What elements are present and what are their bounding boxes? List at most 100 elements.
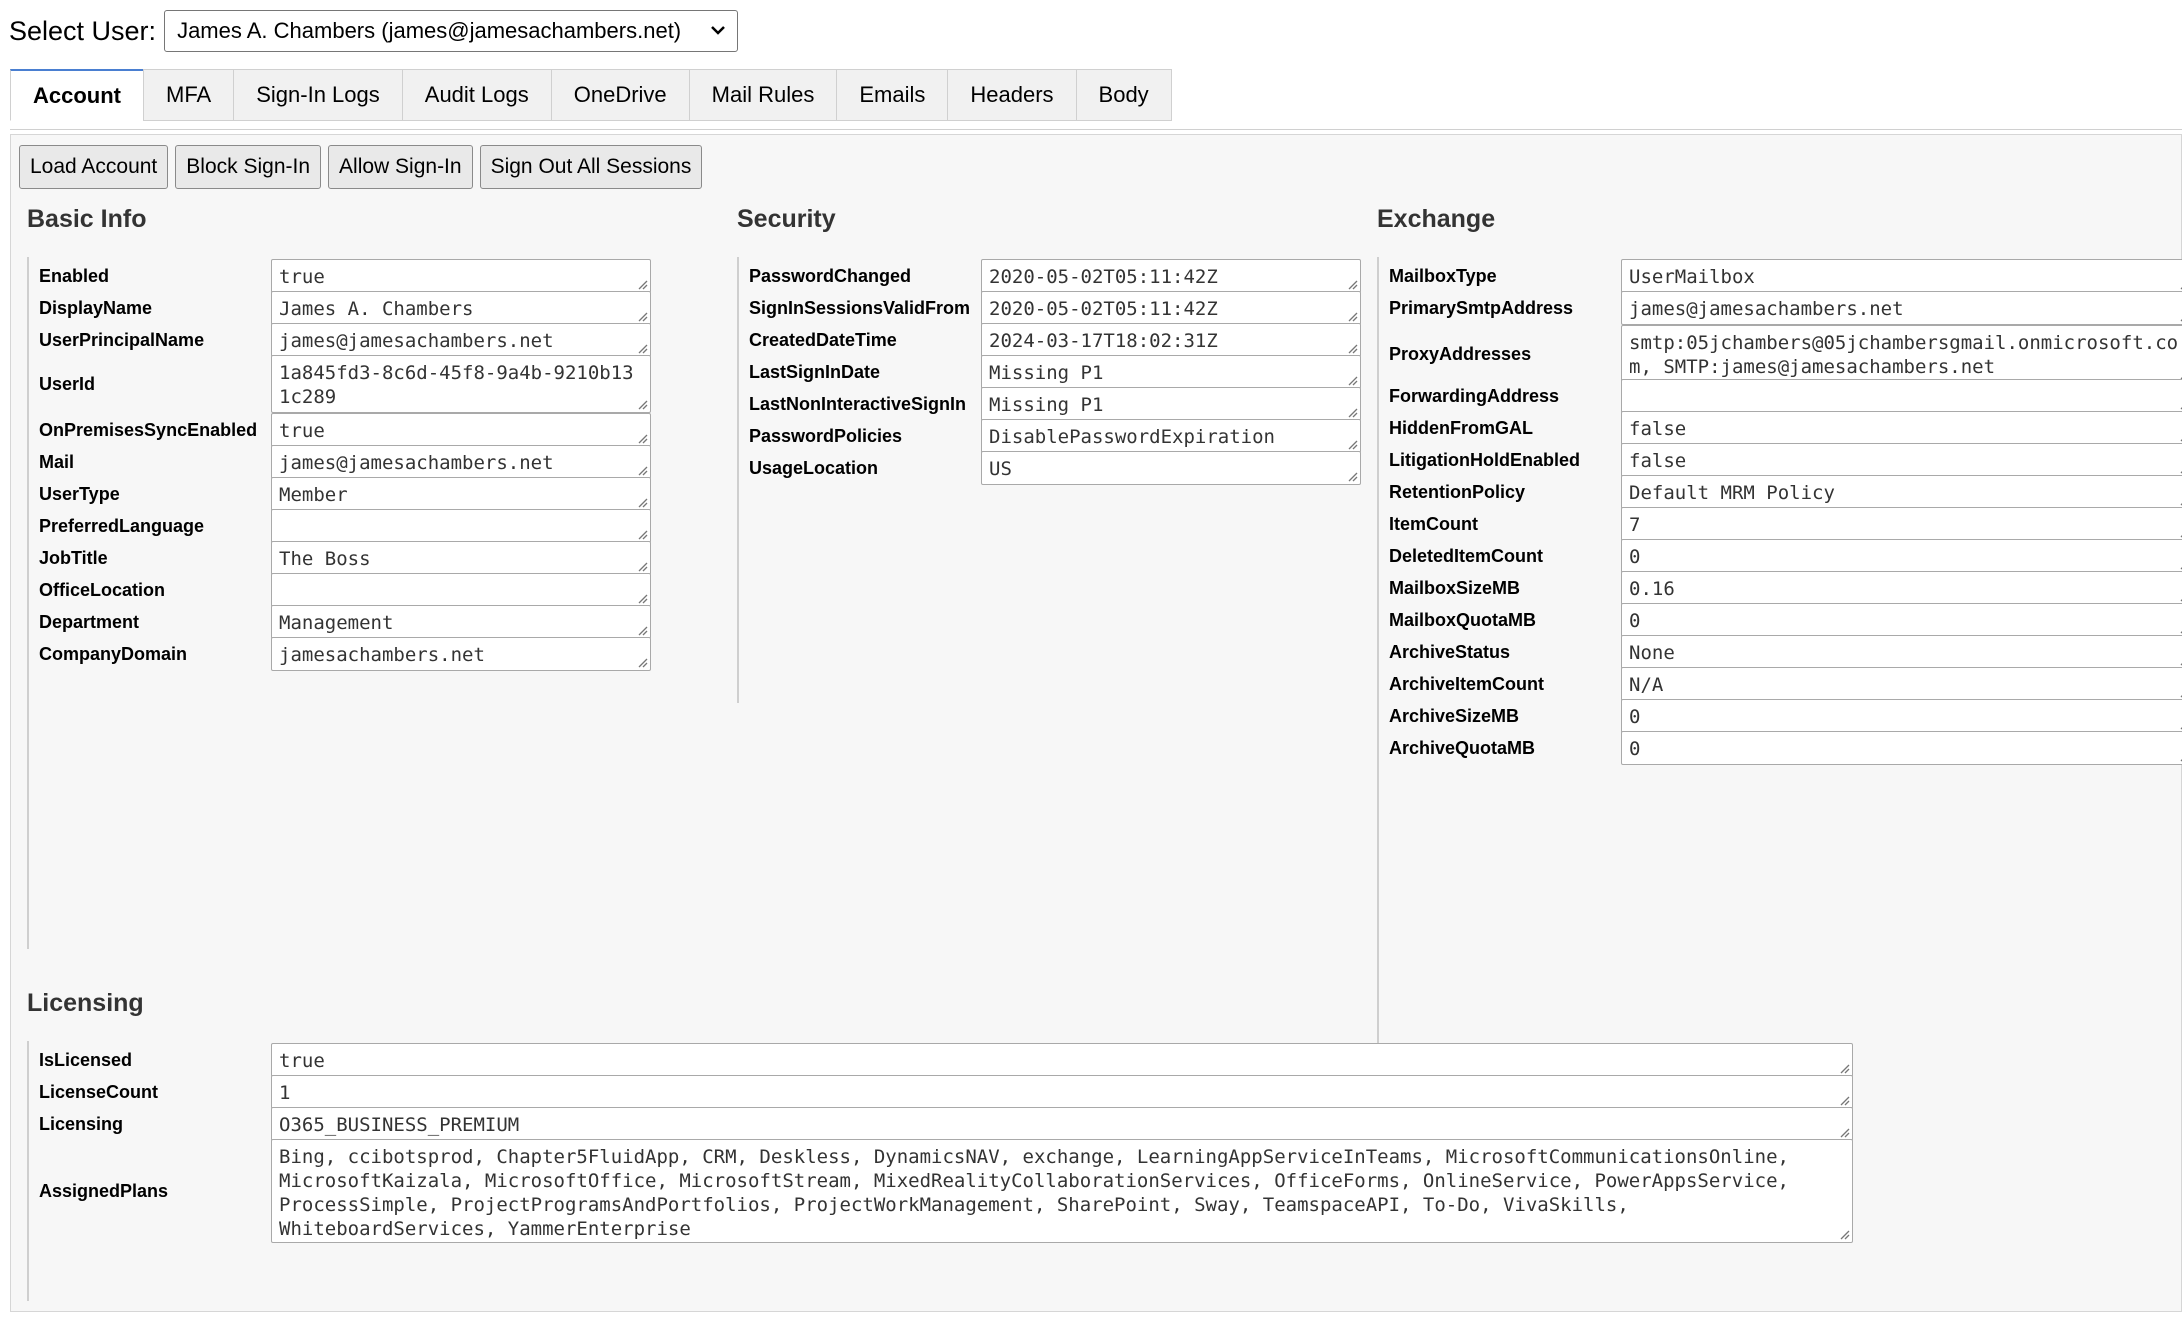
field-value-display-name[interactable]: James A. Chambers <box>271 291 651 325</box>
field-value-text: smtp:05jchambers@05jchambersgmail.onmicr… <box>1629 332 2179 378</box>
field-label-archive-quota-mb: ArchiveQuotaMB <box>1389 738 1536 758</box>
field-value-on-premises-sync-enabled[interactable]: true <box>271 413 651 447</box>
load-account-button[interactable]: Load Account <box>19 145 169 189</box>
field-value-text: james@jamesachambers.net <box>279 330 554 352</box>
licensing-section: Licensing <box>27 989 144 1019</box>
basic-info-section: Basic Info <box>27 205 146 235</box>
field-value-license-count[interactable]: 1 <box>271 1075 1853 1109</box>
field-value-preferred-language[interactable] <box>271 509 651 543</box>
exchange-title: Exchange <box>1377 205 1496 233</box>
field-value-archive-item-count[interactable]: N/A <box>1621 667 2182 701</box>
field-value-assigned-plans[interactable]: Bing, ccibotsprod, Chapter5FluidApp, CRM… <box>271 1139 1853 1243</box>
field-value-archive-size-mb[interactable]: 0 <box>1621 699 2182 733</box>
field-value-text: false <box>1629 450 1687 472</box>
tab-mail-rules[interactable]: Mail Rules <box>688 69 837 121</box>
field-value-usage-location[interactable]: US <box>981 451 1361 485</box>
field-value-text: true <box>279 1050 325 1072</box>
field-value-primary-smtp-address[interactable]: james@jamesachambers.net <box>1621 291 2182 325</box>
tab-emails[interactable]: Emails <box>836 69 948 121</box>
field-value-text: US <box>989 458 1012 480</box>
resize-grip-icon[interactable] <box>2178 750 2182 762</box>
field-value-text: 0 <box>1629 610 1641 632</box>
field-value-text: james@jamesachambers.net <box>279 452 554 474</box>
field-value-last-non-interactive-sign-in[interactable]: Missing P1 <box>981 387 1361 421</box>
tab-audit-logs[interactable]: Audit Logs <box>401 69 551 121</box>
allow-sign-in-button[interactable]: Allow Sign-In <box>328 145 473 189</box>
field-value-office-location[interactable] <box>271 573 651 607</box>
field-value-text: 7 <box>1629 514 1641 536</box>
field-row-proxy-addresses: ProxyAddresses smtp:05jchambers@05jchambe… <box>1379 323 2182 385</box>
resize-grip-icon[interactable] <box>1838 1228 1850 1240</box>
security-fields: PasswordChanged 2020-05-02T05:11:42Z SignI… <box>737 257 1363 703</box>
field-value-proxy-addresses[interactable]: smtp:05jchambers@05jchambersgmail.onmicr… <box>1621 325 2182 383</box>
resize-grip-icon[interactable] <box>2178 310 2182 322</box>
field-value-forwarding-address[interactable] <box>1621 379 2182 413</box>
field-value-archive-status[interactable]: None <box>1621 635 2182 669</box>
basic-info-fields: Enabled true DisplayName James A. Chambers U… <box>27 257 653 949</box>
user-selector-row: Select User: James A. Chambers (james@ja… <box>9 10 739 52</box>
exchange-fields: MailboxType UserMailbox PrimarySmtpAddress… <box>1377 257 2182 1089</box>
tab-account[interactable]: Account <box>10 69 143 121</box>
licensing-title: Licensing <box>27 989 144 1017</box>
field-value-item-count[interactable]: 7 <box>1621 507 2182 541</box>
field-value-text: 0.16 <box>1629 578 1675 600</box>
security-section: Security <box>737 205 836 235</box>
field-label-company-domain: CompanyDomain <box>39 644 188 664</box>
tab-onedrive[interactable]: OneDrive <box>550 69 689 121</box>
field-label-proxy-addresses: ProxyAddresses <box>1389 344 1532 364</box>
field-value-text: 0 <box>1629 738 1641 760</box>
field-value-text: N/A <box>1629 674 1664 696</box>
field-value-text: 2020-05-02T05:11:42Z <box>989 266 1218 288</box>
field-value-mailbox-quota-mb[interactable]: 0 <box>1621 603 2182 637</box>
tab-body[interactable]: Body <box>1075 69 1172 121</box>
field-value-text: 2020-05-02T05:11:42Z <box>989 298 1218 320</box>
field-value-enabled[interactable]: true <box>271 259 651 293</box>
field-value-hidden-from-gal[interactable]: false <box>1621 411 2182 445</box>
field-value-text: Missing P1 <box>989 394 1104 416</box>
field-label-assigned-plans: AssignedPlans <box>39 1181 169 1201</box>
field-value-sign-in-sessions-valid-from[interactable]: 2020-05-02T05:11:42Z <box>981 291 1361 325</box>
resize-grip-icon[interactable] <box>636 656 648 668</box>
resize-grip-icon[interactable] <box>636 398 648 410</box>
tab-mfa[interactable]: MFA <box>143 69 234 121</box>
field-value-retention-policy[interactable]: Default MRM Policy <box>1621 475 2182 509</box>
resize-grip-icon[interactable] <box>1346 470 1358 482</box>
field-label-primary-smtp-address: PrimarySmtpAddress <box>1389 298 1574 318</box>
field-value-last-sign-in-date[interactable]: Missing P1 <box>981 355 1361 389</box>
field-value-litigation-hold-enabled[interactable]: false <box>1621 443 2182 477</box>
field-value-mailbox-type[interactable]: UserMailbox <box>1621 259 2182 293</box>
field-value-deleted-item-count[interactable]: 0 <box>1621 539 2182 573</box>
block-sign-in-button[interactable]: Block Sign-In <box>175 145 322 189</box>
field-value-text: 0 <box>1629 546 1641 568</box>
field-value-archive-quota-mb[interactable]: 0 <box>1621 731 2182 765</box>
tab-sign-in-logs[interactable]: Sign-In Logs <box>233 69 402 121</box>
field-value-text: false <box>1629 418 1687 440</box>
field-value-licensing[interactable]: O365_BUSINESS_PREMIUM <box>271 1107 1853 1141</box>
field-row-primary-smtp-address: PrimarySmtpAddress james@jamesachambers.n… <box>1379 289 2182 327</box>
user-select-value: James A. Chambers (james@jamesachambers.… <box>177 18 682 43</box>
field-value-text: James A. Chambers <box>279 298 474 320</box>
user-select-dropdown[interactable]: James A. Chambers (james@jamesachambers.… <box>164 10 739 52</box>
exchange-section: Exchange <box>1377 205 1495 235</box>
field-value-company-domain[interactable]: jamesachambers.net <box>271 637 651 671</box>
field-value-mail[interactable]: james@jamesachambers.net <box>271 445 651 479</box>
field-value-text: 1a845fd3-8c6d-45f8-9a4b-9210b131c289 <box>279 362 634 408</box>
field-value-mailbox-size-mb[interactable]: 0.16 <box>1621 571 2182 605</box>
field-label-user-id: UserId <box>39 374 96 394</box>
field-value-is-licensed[interactable]: true <box>271 1043 1853 1077</box>
field-value-created-date-time[interactable]: 2024-03-17T18:02:31Z <box>981 323 1361 357</box>
chevron-down-icon <box>711 26 725 35</box>
field-value-user-principal-name[interactable]: james@jamesachambers.net <box>271 323 651 357</box>
security-title: Security <box>737 205 836 233</box>
field-value-text: Default MRM Policy <box>1629 482 1835 504</box>
field-value-department[interactable]: Management <box>271 605 651 639</box>
field-value-user-type[interactable]: Member <box>271 477 651 511</box>
field-value-password-changed[interactable]: 2020-05-02T05:11:42Z <box>981 259 1361 293</box>
field-value-text: jamesachambers.net <box>279 644 485 666</box>
field-value-job-title[interactable]: The Boss <box>271 541 651 575</box>
field-value-user-id[interactable]: 1a845fd3-8c6d-45f8-9a4b-9210b131c289 <box>271 355 651 413</box>
field-value-password-policies[interactable]: DisablePasswordExpiration <box>981 419 1361 453</box>
tab-headers[interactable]: Headers <box>947 69 1076 121</box>
sign-out-all-sessions-button[interactable]: Sign Out All Sessions <box>479 145 703 189</box>
field-value-text: true <box>279 266 325 288</box>
